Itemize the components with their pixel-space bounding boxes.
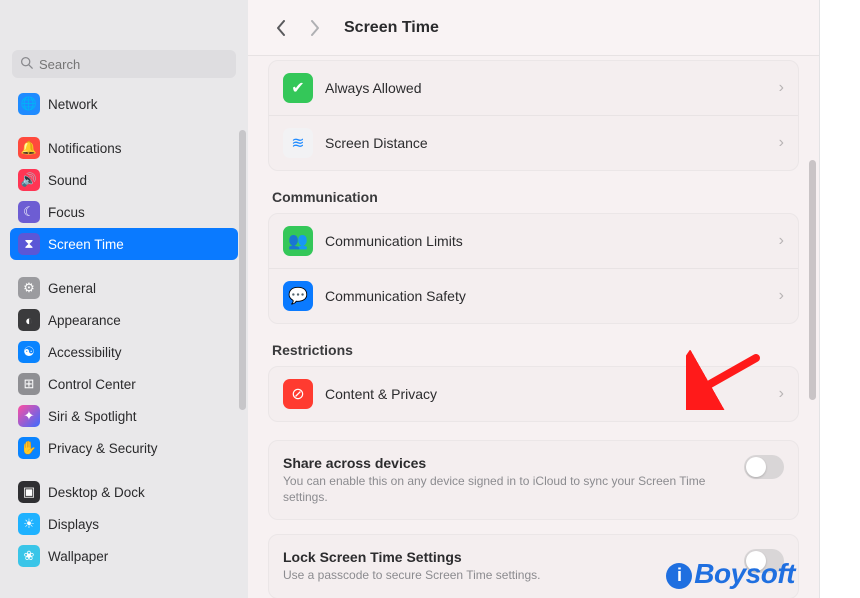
row-label: Always Allowed <box>325 80 767 96</box>
row-lock-screen-time: Lock Screen Time Settings Use a passcode… <box>269 535 798 597</box>
nav-forward-button[interactable] <box>304 17 326 39</box>
row-label: Communication Safety <box>325 288 767 304</box>
no-entry-icon: ⊘ <box>283 379 313 409</box>
group-title-communication: Communication <box>272 189 795 205</box>
hand-icon: ✋ <box>18 437 40 459</box>
sidebar-item-control-center[interactable]: ⊞ Control Center <box>10 368 238 400</box>
settings-group: Share across devices You can enable this… <box>268 440 799 598</box>
content-header: Screen Time <box>248 0 819 56</box>
sidebar-item-label: Screen Time <box>48 237 124 252</box>
sidebar-item-label: Wallpaper <box>48 549 108 564</box>
sidebar-item-sound[interactable]: 🔊 Sound <box>10 164 238 196</box>
row-label: Content & Privacy <box>325 386 767 402</box>
gear-icon: ⚙ <box>18 277 40 299</box>
settings-window: 🌐 Network 🔔 Notifications 🔊 Sound ☾ Focu… <box>0 0 820 598</box>
sidebar-item-network[interactable]: 🌐 Network <box>10 88 238 120</box>
sidebar-list: 🌐 Network 🔔 Notifications 🔊 Sound ☾ Focu… <box>0 88 248 598</box>
chevron-right-icon: › <box>779 79 784 97</box>
sidebar-item-desktop-dock[interactable]: ▣ Desktop & Dock <box>10 476 238 508</box>
row-communication-limits[interactable]: 👥 Communication Limits › <box>269 214 798 268</box>
siri-icon: ✦ <box>18 405 40 427</box>
content-pane: Screen Time ✔ Always Allowed › ≋ Screen … <box>248 0 819 598</box>
scroll-area[interactable]: ✔ Always Allowed › ≋ Screen Distance › C… <box>248 56 819 598</box>
sidebar-item-privacy[interactable]: ✋ Privacy & Security <box>10 432 238 464</box>
row-label: Communication Limits <box>325 233 767 249</box>
chevron-right-icon: › <box>779 385 784 403</box>
moon-icon: ☾ <box>18 201 40 223</box>
sidebar-item-label: Control Center <box>48 377 136 392</box>
sidebar-item-label: Network <box>48 97 98 112</box>
sidebar-item-focus[interactable]: ☾ Focus <box>10 196 238 228</box>
sidebar-item-label: Displays <box>48 517 99 532</box>
sidebar-item-label: Sound <box>48 173 87 188</box>
sidebar-item-notifications[interactable]: 🔔 Notifications <box>10 132 238 164</box>
network-icon: 🌐 <box>18 93 40 115</box>
setting-desc: You can enable this on any device signed… <box>283 473 732 505</box>
sidebar-item-siri[interactable]: ✦ Siri & Spotlight <box>10 400 238 432</box>
sidebar-item-accessibility[interactable]: ☯ Accessibility <box>10 336 238 368</box>
share-devices-toggle[interactable] <box>744 455 784 479</box>
content-scrollbar[interactable] <box>809 160 816 400</box>
sidebar-item-label: General <box>48 281 96 296</box>
sidebar: 🌐 Network 🔔 Notifications 🔊 Sound ☾ Focu… <box>0 0 248 598</box>
chat-icon: 💬 <box>283 281 313 311</box>
row-communication-safety[interactable]: 💬 Communication Safety › <box>269 268 798 323</box>
row-content-privacy[interactable]: ⊘ Content & Privacy › <box>269 367 798 421</box>
sidebar-item-wallpaper[interactable]: ❀ Wallpaper <box>10 540 238 572</box>
sidebar-item-label: Accessibility <box>48 345 122 360</box>
chevron-right-icon: › <box>779 232 784 250</box>
setting-title: Lock Screen Time Settings <box>283 549 732 565</box>
nav-back-button[interactable] <box>270 17 292 39</box>
sidebar-item-general[interactable]: ⚙ General <box>10 272 238 304</box>
waves-icon: ≋ <box>283 128 313 158</box>
sidebar-item-label: Focus <box>48 205 85 220</box>
sidebar-scrollbar[interactable] <box>239 130 246 410</box>
restrictions-card: ⊘ Content & Privacy › <box>268 366 799 422</box>
setting-title: Share across devices <box>283 455 732 471</box>
sidebar-item-label: Privacy & Security <box>48 441 158 456</box>
sidebar-item-label: Appearance <box>48 313 121 328</box>
setting-desc: Use a passcode to secure Screen Time set… <box>283 567 732 583</box>
sidebar-item-label: Desktop & Dock <box>48 485 145 500</box>
search-field[interactable] <box>12 50 236 78</box>
chevron-right-icon: › <box>779 134 784 152</box>
row-label: Screen Distance <box>325 135 767 151</box>
hourglass-icon: ⧗ <box>18 233 40 255</box>
communication-card: 👥 Communication Limits › 💬 Communication… <box>268 213 799 324</box>
dock-icon: ▣ <box>18 481 40 503</box>
sidebar-item-label: Siri & Spotlight <box>48 409 137 424</box>
appearance-icon: ◐ <box>18 309 40 331</box>
sidebar-item-appearance[interactable]: ◐ Appearance <box>10 304 238 336</box>
people-icon: 👥 <box>283 226 313 256</box>
row-always-allowed[interactable]: ✔ Always Allowed › <box>269 61 798 115</box>
top-card: ✔ Always Allowed › ≋ Screen Distance › <box>268 60 799 171</box>
flower-icon: ❀ <box>18 545 40 567</box>
lock-screen-time-toggle[interactable] <box>744 549 784 573</box>
bell-icon: 🔔 <box>18 137 40 159</box>
brightness-icon: ☀ <box>18 513 40 535</box>
row-screen-distance[interactable]: ≋ Screen Distance › <box>269 115 798 170</box>
accessibility-icon: ☯ <box>18 341 40 363</box>
sidebar-item-screen-time[interactable]: ⧗ Screen Time <box>10 228 238 260</box>
speaker-icon: 🔊 <box>18 169 40 191</box>
sidebar-item-displays[interactable]: ☀ Displays <box>10 508 238 540</box>
chevron-right-icon: › <box>779 287 784 305</box>
search-input[interactable] <box>39 57 228 72</box>
page-title: Screen Time <box>344 19 439 37</box>
sidebar-item-label: Notifications <box>48 141 122 156</box>
switches-icon: ⊞ <box>18 373 40 395</box>
row-share-across-devices: Share across devices You can enable this… <box>269 441 798 519</box>
group-title-restrictions: Restrictions <box>272 342 795 358</box>
search-icon <box>20 56 33 72</box>
check-icon: ✔ <box>283 73 313 103</box>
